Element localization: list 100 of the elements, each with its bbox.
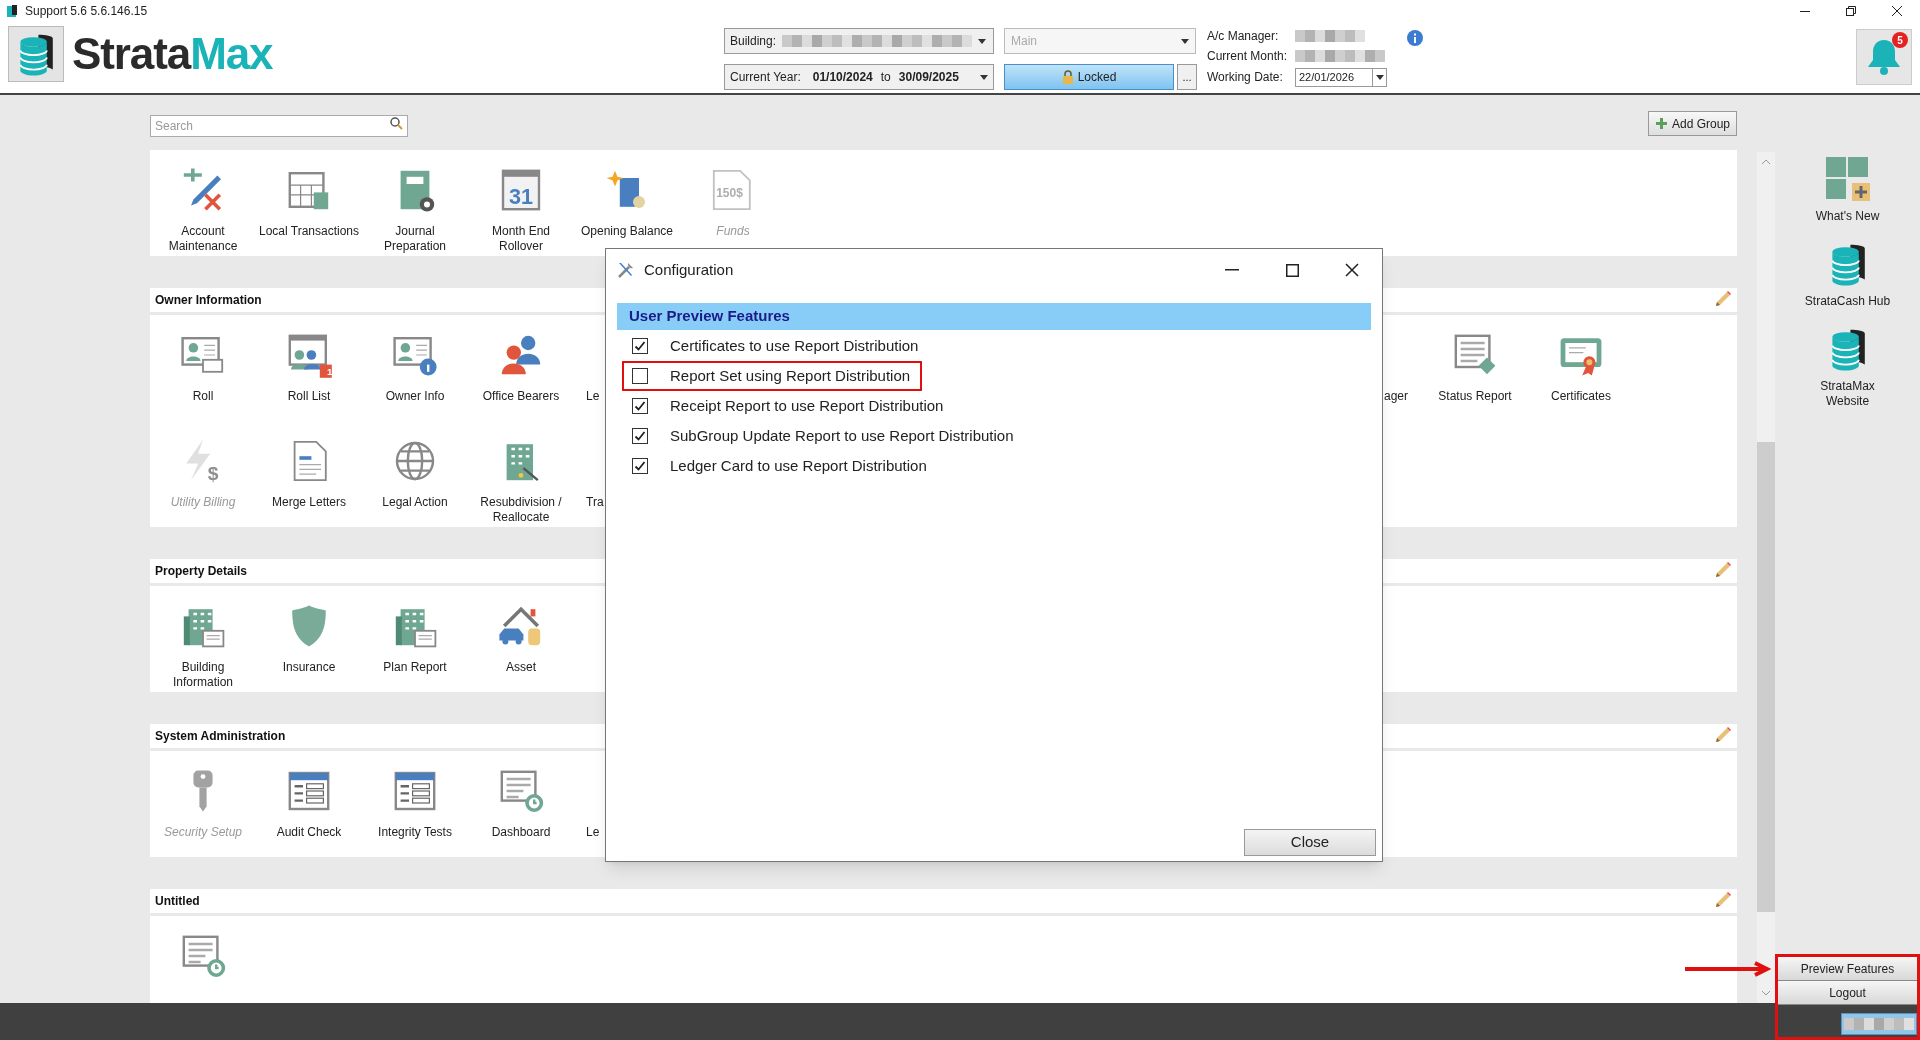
shortcut-tile[interactable]: 1 Roll List	[256, 315, 362, 421]
logo-text: StrataMax	[72, 32, 273, 76]
shortcut-tile[interactable]: Merge Letters	[256, 421, 362, 527]
bell-icon	[1865, 37, 1903, 77]
field-label: A/c Manager:	[1207, 27, 1280, 45]
shortcut-tile[interactable]: Legal Action	[362, 421, 468, 527]
checkbox[interactable]	[632, 458, 648, 474]
scrollbar[interactable]	[1757, 152, 1775, 1003]
tile-label: Legal Action	[381, 495, 449, 510]
option-label: Certificates to use Report Distribution	[670, 335, 919, 356]
sidebar-button[interactable]: Logout	[1778, 981, 1917, 1005]
shortcut-tile[interactable]: Journal Preparation	[362, 150, 468, 256]
date-field[interactable]: 22/01/2026	[1295, 67, 1387, 87]
padlock-icon	[1061, 70, 1074, 84]
tile-label: Status Report	[1437, 389, 1513, 404]
close-icon	[1345, 263, 1359, 277]
tile-label: Local Transactions	[257, 224, 361, 239]
add-group-button[interactable]: Add Group	[1647, 111, 1737, 136]
tile-label: Dashboard	[490, 825, 552, 840]
tile-label: ager	[1383, 389, 1408, 404]
dropdown-caret-icon	[978, 38, 987, 44]
section-title: Owner Information	[155, 292, 262, 309]
tools-icon	[616, 260, 636, 280]
blurred-value	[1295, 29, 1365, 42]
tile-label: Security Setup	[162, 825, 243, 840]
shortcut-tile[interactable]: Asset	[468, 586, 574, 692]
checkbox[interactable]	[632, 368, 648, 384]
window-title: Support 5.6 5.6.146.15	[25, 3, 148, 20]
shortcut-tile[interactable]: Owner Info	[362, 315, 468, 421]
notification-badge: 5	[1892, 32, 1908, 48]
minimize-icon	[1800, 10, 1810, 12]
sidebar-button[interactable]: Preview Features	[1778, 957, 1917, 981]
restore-icon	[1846, 6, 1856, 16]
shortcut-tile[interactable]: Plan Report	[362, 586, 468, 692]
dropdown-caret-icon	[980, 74, 988, 80]
checkbox[interactable]	[632, 428, 648, 444]
blurred-value	[1844, 1018, 1914, 1030]
sidebar-shortcut[interactable]: StrataCash Hub	[1797, 240, 1898, 309]
minimize-icon	[1225, 269, 1239, 271]
shortcut-tile[interactable]: Resubdivision / Reallocate	[468, 421, 574, 527]
shortcut-label: StrataMax Website	[1819, 379, 1876, 409]
tile-label: Resubdivision / Reallocate	[479, 495, 563, 525]
tiles-plus-icon	[1823, 155, 1872, 203]
more-button[interactable]: ...	[1177, 64, 1197, 90]
option-label: SubGroup Update Report to use Report Distribution	[670, 425, 1014, 446]
app-icon	[5, 4, 19, 18]
check-icon	[634, 400, 646, 412]
building-select[interactable]: Building:	[724, 28, 994, 54]
search-icon	[390, 116, 403, 130]
close-icon	[1892, 6, 1902, 16]
shortcut-tile[interactable]: Audit Check	[256, 751, 362, 857]
shortcut-tile[interactable]: Roll	[150, 315, 256, 421]
tile-label: Certificates	[1550, 389, 1612, 404]
shortcut-tile[interactable]: Account Maintenance	[150, 150, 256, 256]
tile-label: Audit Check	[275, 825, 343, 840]
tile-label: Integrity Tests	[377, 825, 453, 840]
group-title: User Preview Features	[629, 306, 790, 327]
year-select[interactable]: Current Year: 01/10/2024 to 30/09/2025	[724, 64, 994, 90]
shortcut-tile[interactable]: Insurance	[256, 586, 362, 692]
shortcut-tile[interactable]: Local Transactions	[256, 150, 362, 256]
tile-label: Account Maintenance	[167, 224, 239, 254]
shortcut-tile[interactable]: Opening Balance	[574, 150, 680, 256]
tile-label: Merge Letters	[270, 495, 347, 510]
plus-icon	[1654, 117, 1668, 130]
shortcut-tile[interactable]: Status Report	[1422, 315, 1528, 421]
info-icon[interactable]	[1407, 30, 1423, 46]
tile-label: Month End Rollover	[490, 224, 551, 254]
section-title: Untitled	[155, 893, 200, 910]
field-label: Working Date:	[1207, 69, 1284, 86]
maximize-icon	[1285, 263, 1299, 277]
tile-label: Plan Report	[382, 660, 448, 675]
shortcut-tile[interactable]: 31 Month End Rollover	[468, 150, 574, 256]
option-label: Ledger Card to use Report Distribution	[670, 455, 927, 476]
checkbox[interactable]	[632, 398, 648, 414]
sidebar-shortcut[interactable]: StrataMax Website	[1797, 325, 1898, 409]
shortcut-tile[interactable]: Office Bearers	[468, 315, 574, 421]
tile-label: Roll	[191, 389, 215, 404]
shortcut-tile[interactable]: Building Information	[150, 586, 256, 692]
close-dialog-button[interactable]: Close	[1244, 829, 1376, 856]
option-label: Receipt Report to use Report Distribution	[670, 395, 944, 416]
notification-button[interactable]: 5	[1856, 29, 1912, 85]
shortcut-label: StrataCash Hub	[1804, 294, 1891, 309]
locked-button[interactable]: Locked	[1004, 64, 1174, 90]
tile-label: Le	[586, 389, 600, 404]
search-field[interactable]: Search	[150, 114, 408, 137]
check-icon	[634, 460, 646, 472]
tile-label: Building Information	[172, 660, 234, 690]
check-icon	[634, 430, 646, 442]
tile-label: Utility Billing	[169, 495, 237, 510]
section-title: Property Details	[155, 563, 248, 580]
shortcut-tile[interactable]: Integrity Tests	[362, 751, 468, 857]
tile-label: Tra	[586, 495, 604, 510]
shortcut-tile[interactable]: Dashboard	[468, 751, 574, 857]
check-icon	[634, 340, 646, 352]
shortcut-tile[interactable]: Certificates	[1528, 315, 1634, 421]
dropdown-caret-icon	[1375, 74, 1384, 80]
sidebar-shortcut[interactable]: What's New	[1797, 155, 1898, 224]
tile-label: Roll List	[286, 389, 332, 404]
checkbox[interactable]	[632, 338, 648, 354]
tile-label: Funds	[715, 224, 751, 239]
